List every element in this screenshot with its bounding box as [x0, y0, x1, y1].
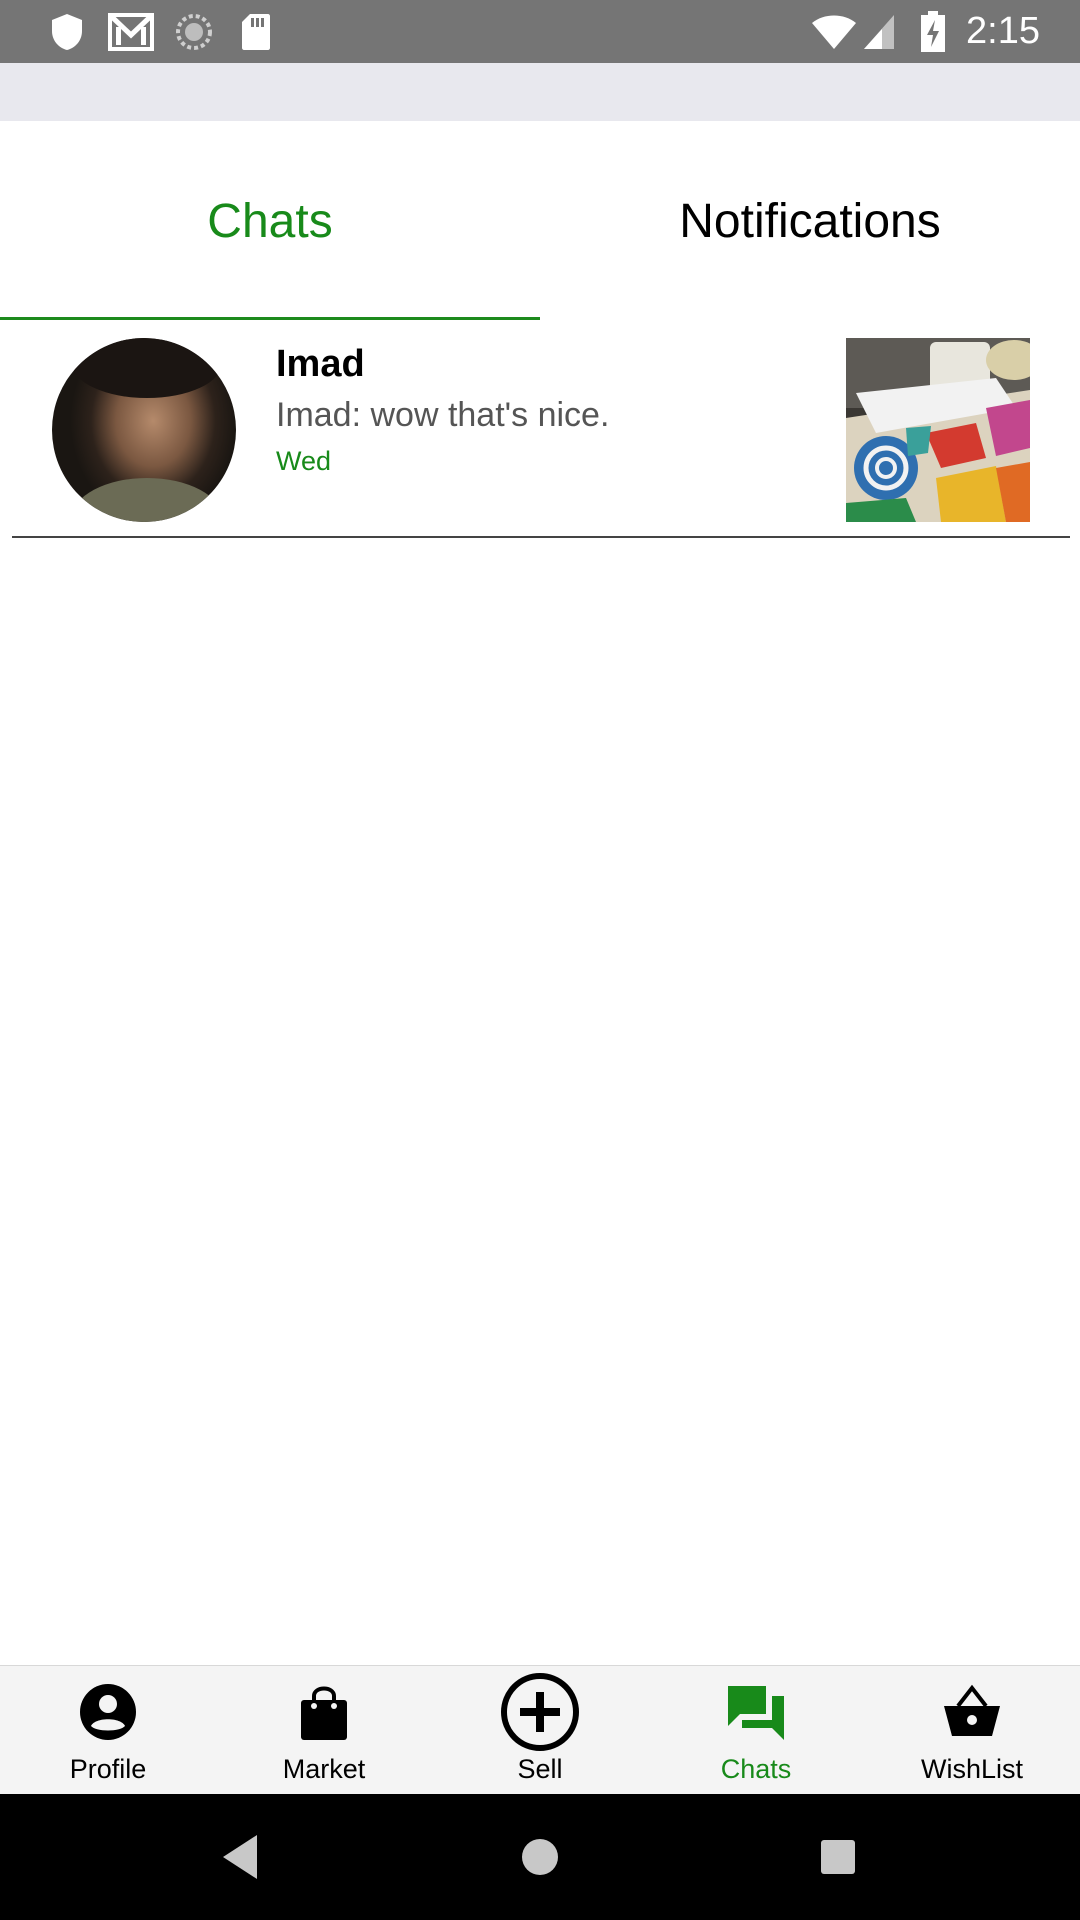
nav-profile-label: Profile — [69, 1754, 147, 1784]
tab-chats-label: Chats — [207, 194, 333, 248]
battery-charging-icon — [920, 0, 946, 63]
tab-indicator — [0, 317, 540, 320]
nav-sell-label: Sell — [517, 1754, 563, 1784]
wifi-icon — [810, 0, 858, 63]
home-icon[interactable] — [510, 1827, 570, 1887]
add-circle-icon — [500, 1672, 580, 1752]
bottom-navigation: Profile Market Sell Chats WishList — [0, 1665, 1080, 1795]
status-time: 2:15 — [966, 10, 1040, 52]
signal-icon — [862, 0, 896, 63]
status-bar: 2:15 — [0, 0, 1080, 63]
sd-card-icon — [240, 0, 272, 63]
gmail-icon — [108, 0, 154, 63]
nav-wishlist-label: WishList — [920, 1754, 1023, 1784]
nav-market[interactable]: Market — [216, 1666, 432, 1795]
nav-wishlist[interactable]: WishList — [864, 1666, 1080, 1795]
avatar — [52, 338, 236, 522]
tab-notifications-label: Notifications — [679, 194, 941, 248]
profile-icon — [78, 1682, 138, 1742]
chat-time: Wed — [276, 446, 332, 476]
chat-last-message: Imad: wow that's nice. — [276, 396, 610, 434]
system-navigation-bar — [0, 1794, 1080, 1920]
recents-icon[interactable] — [808, 1827, 868, 1887]
shopping-bag-icon — [294, 1682, 354, 1742]
list-divider — [12, 536, 1070, 538]
nav-chats[interactable]: Chats — [648, 1666, 864, 1795]
chat-name: Imad — [276, 343, 365, 385]
chat-list-item[interactable]: Imad Imad: wow that's nice. Wed — [0, 321, 1080, 536]
shield-icon — [50, 0, 84, 63]
sync-icon — [175, 0, 213, 63]
chat-icon — [726, 1682, 786, 1742]
nav-profile[interactable]: Profile — [0, 1666, 216, 1795]
nav-market-label: Market — [282, 1754, 366, 1784]
tab-bar: Chats Notifications — [0, 121, 1080, 321]
tab-chats[interactable]: Chats — [0, 121, 540, 321]
basket-icon — [942, 1682, 1002, 1742]
product-thumbnail — [846, 338, 1030, 522]
back-icon[interactable] — [211, 1827, 271, 1887]
app-bar — [0, 63, 1080, 121]
tab-notifications[interactable]: Notifications — [540, 121, 1080, 321]
nav-chats-label: Chats — [720, 1754, 792, 1784]
nav-sell[interactable]: Sell — [432, 1666, 648, 1795]
